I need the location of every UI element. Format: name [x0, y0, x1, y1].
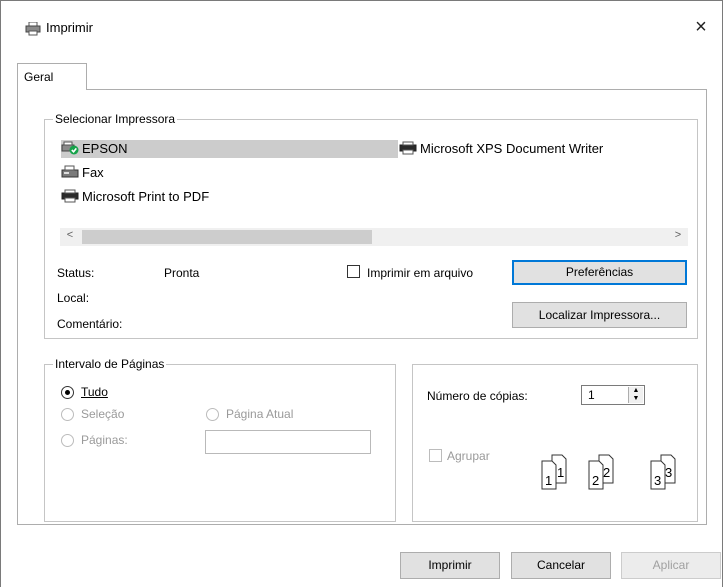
- print-dialog: Imprimir × Geral Selecionar Impressora E…: [0, 0, 723, 587]
- collate-checkbox[interactable]: [429, 449, 442, 462]
- preferences-button[interactable]: Preferências: [512, 260, 687, 285]
- pages-radio[interactable]: [61, 434, 74, 447]
- print-to-file-checkbox[interactable]: [347, 265, 360, 278]
- collate-set-2: 2 2: [588, 454, 614, 490]
- cancel-button[interactable]: Cancelar: [511, 552, 611, 579]
- collate-set-3: 3 3: [650, 454, 676, 490]
- pages-input[interactable]: [205, 430, 371, 454]
- apply-button[interactable]: Aplicar: [621, 552, 721, 579]
- printer-name: EPSON: [82, 141, 128, 156]
- horizontal-scrollbar[interactable]: < >: [60, 228, 688, 246]
- copies-value: 1: [588, 388, 595, 402]
- location-label: Local:: [57, 291, 90, 305]
- printer-icon: [61, 189, 79, 203]
- fax-icon: [61, 165, 79, 178]
- group-title: Selecionar Impressora: [53, 112, 178, 126]
- printer-item-fax[interactable]: Fax: [61, 164, 104, 182]
- print-button[interactable]: Imprimir: [400, 552, 500, 579]
- printer-name: Microsoft Print to PDF: [82, 189, 210, 204]
- collate-number: 2: [603, 465, 610, 480]
- scroll-thumb[interactable]: [82, 230, 372, 244]
- window-title: Imprimir: [46, 20, 93, 35]
- printer-item-epson[interactable]: EPSON: [61, 140, 398, 158]
- collate-number: 1: [557, 465, 564, 480]
- collate-number: 3: [654, 473, 661, 488]
- printer-icon: [399, 141, 417, 155]
- current-page-label: Página Atual: [226, 407, 294, 421]
- tab-label: Geral: [24, 70, 54, 84]
- copies-stepper[interactable]: 1 ▲ ▼: [581, 385, 645, 405]
- collate-set-1: 1 1: [541, 454, 567, 490]
- all-pages-label: Tudo: [81, 385, 108, 399]
- pages-label: Páginas:: [81, 433, 128, 447]
- close-button[interactable]: ×: [688, 14, 714, 40]
- collate-number: 1: [545, 473, 552, 488]
- spin-arrows-icon[interactable]: ▲ ▼: [628, 387, 643, 403]
- tab-geral[interactable]: Geral: [17, 63, 87, 90]
- printer-item-print-to-pdf[interactable]: Microsoft Print to PDF: [61, 188, 209, 206]
- selection-radio[interactable]: [61, 408, 74, 421]
- print-to-file-label: Imprimir em arquivo: [367, 266, 474, 280]
- current-page-radio[interactable]: [206, 408, 219, 421]
- collate-number: 2: [592, 473, 599, 488]
- group-title: Intervalo de Páginas: [53, 357, 167, 371]
- printer-name: Microsoft XPS Document Writer: [420, 141, 604, 156]
- printer-name: Fax: [82, 165, 104, 180]
- copies-label: Número de cópias:: [427, 389, 528, 403]
- printer-item-xps-writer[interactable]: Microsoft XPS Document Writer: [399, 140, 603, 158]
- comment-label: Comentário:: [57, 317, 123, 331]
- status-label: Status:: [57, 266, 95, 280]
- default-printer-icon: [61, 141, 79, 155]
- collate-number: 3: [665, 465, 672, 480]
- status-value: Pronta: [164, 266, 200, 280]
- selection-label: Seleção: [81, 407, 125, 421]
- all-pages-radio[interactable]: [61, 386, 74, 399]
- copies-group: [412, 364, 698, 522]
- collate-pages-icon: 1 1 2 2 3 3: [541, 454, 676, 490]
- scroll-left-icon[interactable]: <: [62, 229, 78, 241]
- collate-label: Agrupar: [447, 449, 490, 463]
- scroll-right-icon[interactable]: >: [670, 229, 686, 241]
- printer-icon: [25, 22, 41, 36]
- find-printer-button[interactable]: Localizar Impressora...: [512, 302, 687, 328]
- title-bar: Imprimir ×: [1, 1, 722, 41]
